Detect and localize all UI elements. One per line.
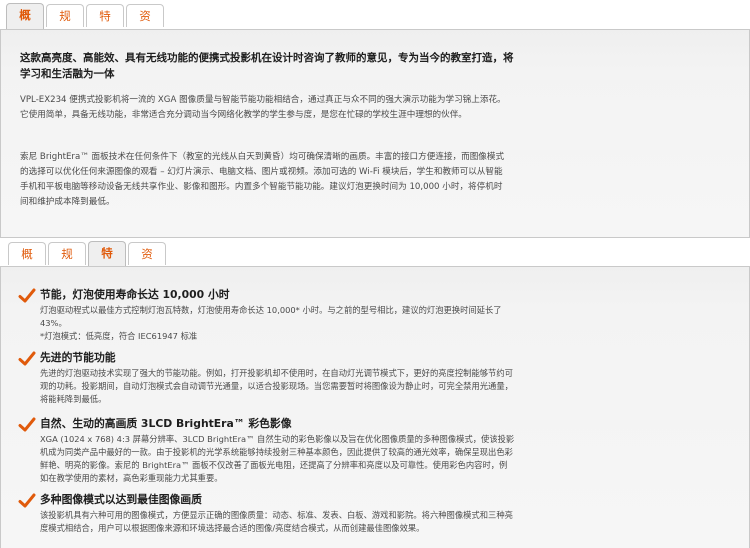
feature-text: 灯泡驱动程式以最佳方式控制灯泡瓦特数，灯泡使用寿命长达 10,000* 小时。与… (40, 305, 502, 328)
checkmark-icon (18, 417, 36, 432)
overview-paragraph: VPL-EX234 便携式投影机将一流的 XGA 图像质量与智能节能功能相结合，… (20, 95, 506, 120)
checkmark-icon (18, 351, 36, 366)
feature-description: 灯泡驱动程式以最佳方式控制灯泡瓦特数，灯泡使用寿命长达 10,000* 小时。与… (40, 304, 515, 343)
tab-overview[interactable]: 概述 (8, 242, 46, 284)
overview-panel: 这款高亮度、高能效、具有无线功能的便携式投影机在设计时咨询了教师的意见，专为当今… (0, 29, 750, 238)
features-panel: 节能，灯泡使用寿命长达 10,000 小时 灯泡驱动程式以最佳方式控制灯泡瓦特数… (0, 266, 750, 548)
tab-overview[interactable]: 概述 (6, 3, 44, 45)
overview-paragraph: 索尼 BrightEra™ 面板技术在任何条件下（教室的光线从白天到黄昏）均可确… (20, 152, 505, 207)
feature-note: *灯泡模式：低亮度，符合 IEC61947 标准 (40, 331, 198, 341)
tab-bar-bottom: 概述 规格 特点 资源 (0, 241, 750, 284)
feature-description: XGA (1024 x 768) 4:3 屏幕分辨率、3LCD BrightEr… (40, 434, 515, 483)
checkmark-icon (18, 288, 36, 303)
tab-resources[interactable]: 资源 (128, 242, 166, 284)
tab-features[interactable]: 特点 (86, 4, 124, 46)
feature-title: 自然、生动的高画质 3LCD BrightEra™ 彩色影像 (40, 417, 292, 430)
feature-title: 先进的节能功能 (40, 351, 116, 364)
feature-title: 多种图像模式以达到最佳图像画质 (40, 493, 202, 506)
overview-heading: 这款高亮度、高能效、具有无线功能的便携式投影机在设计时咨询了教师的意见，专为当今… (20, 52, 514, 80)
feature-description: 先进的灯泡驱动技术实现了强大的节能功能。例如，打开投影机却不使用时，在自动灯光调… (40, 368, 513, 404)
tab-specs[interactable]: 规格 (46, 4, 84, 46)
feature-description: 该投影机具有六种可用的图像模式，方便显示正确的图像质量：动态、标准、发表、白板、… (40, 510, 513, 533)
tab-specs[interactable]: 规格 (48, 242, 86, 284)
checkmark-icon (18, 493, 36, 508)
tab-resources[interactable]: 资源 (126, 4, 164, 46)
tab-bar-top: 概述 规格 特点 资源 (0, 3, 750, 46)
tab-features[interactable]: 特点 (88, 241, 126, 283)
feature-title: 节能，灯泡使用寿命长达 10,000 小时 (40, 288, 230, 301)
